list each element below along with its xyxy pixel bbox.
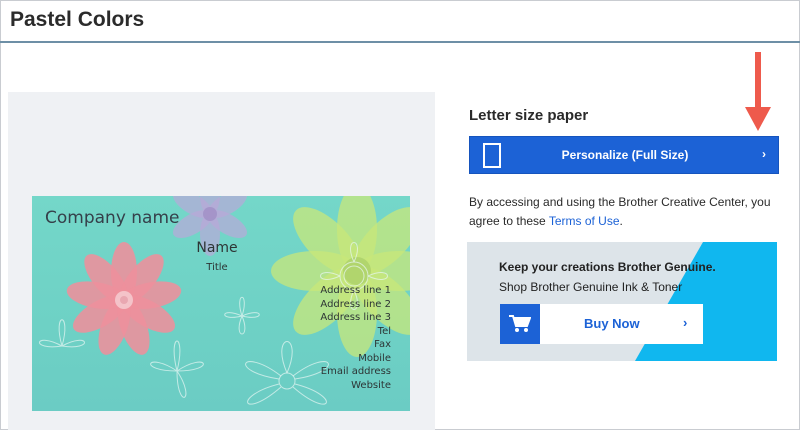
card-detail-line: Tel (377, 325, 391, 337)
shopping-cart-icon (509, 315, 531, 332)
promo-subline: Shop Brother Genuine Ink & Toner (499, 280, 683, 294)
card-company-name: Company name (45, 208, 180, 228)
chevron-right-icon: › (762, 147, 766, 161)
card-contact-details: Address line 1 Address line 2 Address li… (320, 284, 391, 392)
terms-end: . (619, 214, 623, 228)
promo-headline: Keep your creations Brother Genuine. (499, 260, 716, 274)
card-detail-line: Mobile (358, 352, 391, 364)
buy-now-button[interactable]: Buy Now › (500, 304, 703, 344)
card-detail-line: Email address (320, 366, 391, 377)
card-title: Title (206, 262, 228, 273)
buy-now-label: Buy Now (584, 316, 640, 331)
business-card-preview: Company name Name Title Address line 1 A… (32, 196, 410, 411)
chevron-right-icon: › (683, 315, 688, 330)
card-detail-line: Address line 2 (320, 298, 391, 310)
terms-notice: By accessing and using the Brother Creat… (469, 193, 789, 231)
brother-genuine-promo: Keep your creations Brother Genuine. Sho… (467, 242, 777, 361)
page-title: Pastel Colors (10, 8, 145, 31)
card-detail-line: Address line 3 (320, 312, 391, 323)
terms-of-use-link[interactable]: Terms of Use (549, 214, 620, 228)
card-name: Name (196, 240, 238, 256)
red-down-arrow-icon (745, 52, 771, 131)
title-divider (0, 41, 800, 43)
personalize-full-size-button[interactable]: Personalize (Full Size) › (469, 136, 779, 174)
cart-icon-box (500, 304, 540, 344)
card-detail-line: Fax (374, 339, 391, 350)
card-detail-line: Website (351, 379, 391, 391)
personalize-button-label: Personalize (Full Size) (561, 148, 689, 162)
card-detail-line: Address line 1 (320, 285, 391, 296)
paper-size-label: Letter size paper (469, 107, 589, 124)
